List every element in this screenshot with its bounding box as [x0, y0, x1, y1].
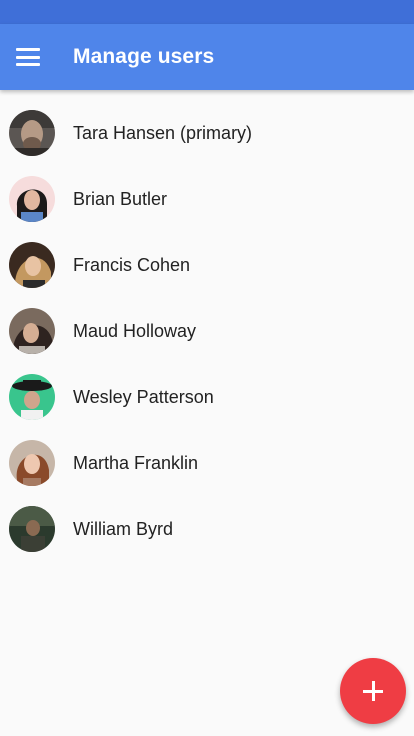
user-name: Wesley Patterson	[73, 386, 214, 407]
add-user-button[interactable]	[340, 658, 406, 724]
user-name: Tara Hansen (primary)	[73, 122, 253, 143]
avatar	[9, 506, 55, 552]
user-name: Brian Butler	[73, 188, 168, 209]
page-title: Manage users	[73, 45, 215, 68]
user-name: Maud Holloway	[73, 320, 197, 341]
user-list-item[interactable]: Wesley Patterson	[0, 364, 414, 430]
avatar	[9, 440, 55, 486]
user-name: Martha Franklin	[73, 452, 199, 473]
avatar	[9, 110, 55, 156]
user-list-item[interactable]: Tara Hansen (primary)	[0, 100, 414, 166]
app-bar: Manage users	[0, 24, 414, 90]
menu-icon	[16, 48, 40, 66]
avatar	[9, 374, 55, 420]
avatar	[9, 308, 55, 354]
avatar	[9, 176, 55, 222]
user-list-item[interactable]: Maud Holloway	[0, 298, 414, 364]
avatar	[9, 242, 55, 288]
menu-button[interactable]	[0, 29, 56, 85]
user-list: Tara Hansen (primary) Brian Butler Franc…	[0, 90, 414, 562]
user-list-item[interactable]: Brian Butler	[0, 166, 414, 232]
user-name: Francis Cohen	[73, 254, 191, 275]
status-bar	[0, 0, 414, 24]
plus-icon	[363, 681, 383, 701]
user-list-item[interactable]: Martha Franklin	[0, 430, 414, 496]
user-name: William Byrd	[73, 518, 174, 539]
manage-users-screen: Manage users Tara Hansen (primary) Brian…	[0, 0, 414, 736]
user-list-item[interactable]: William Byrd	[0, 496, 414, 562]
user-list-item[interactable]: Francis Cohen	[0, 232, 414, 298]
